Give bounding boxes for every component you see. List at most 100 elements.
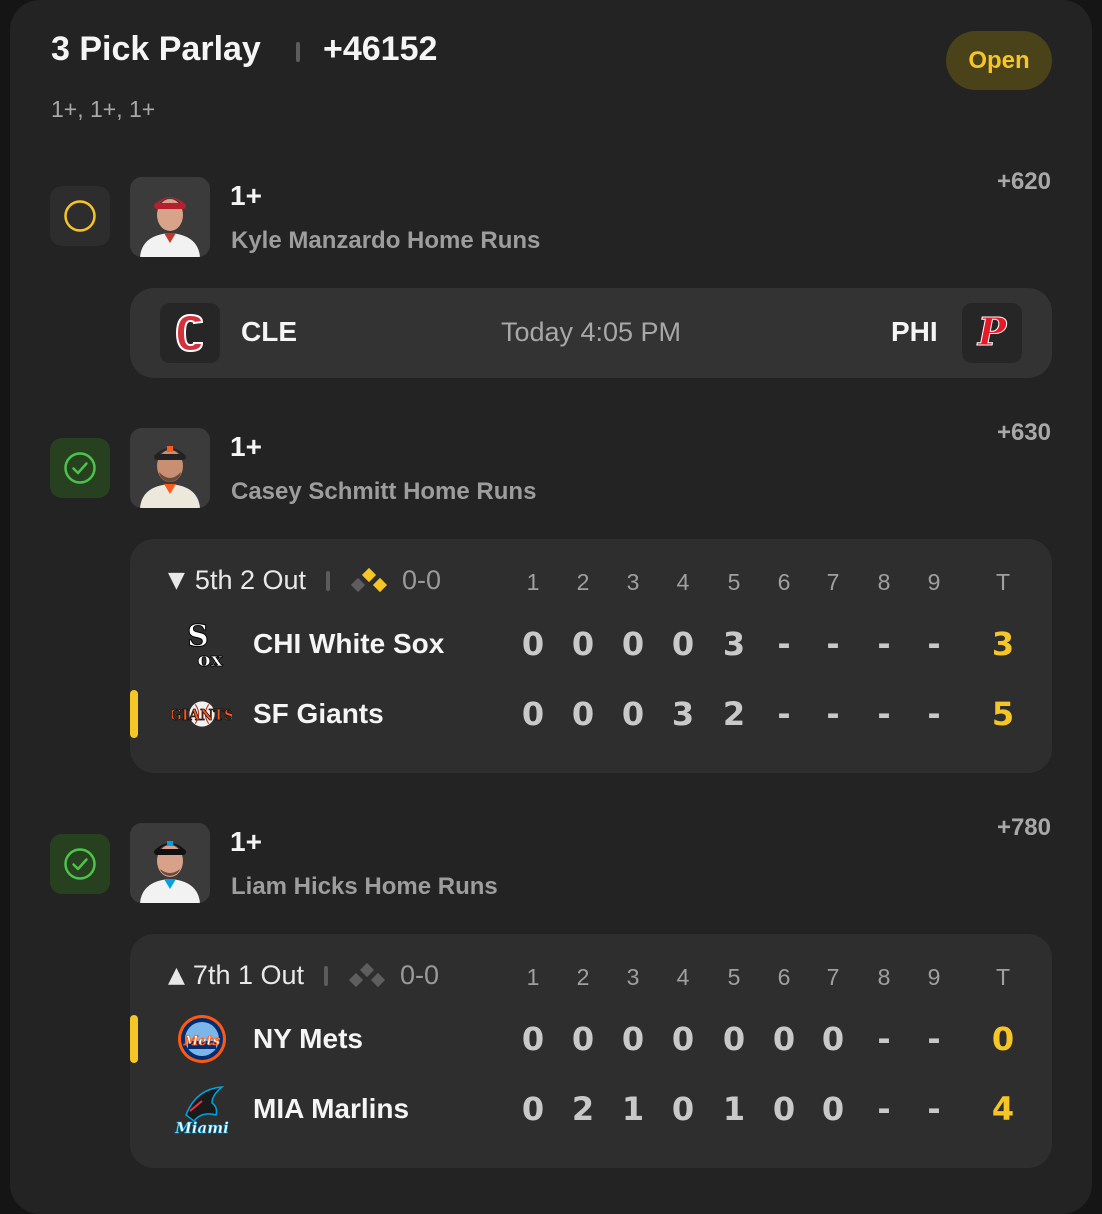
game-matchup[interactable]: CLE Today 4:05 PM PHI P [130,288,1052,378]
inning-score: - [777,625,791,663]
inning-text: 5th 2 Out [194,565,306,595]
parlay-card[interactable]: 3 Pick Parlay +46152 1+, 1+, 1+ Open 1+ … [10,0,1092,1214]
inning-score: - [877,625,891,663]
leg-odds: +780 [996,814,1051,841]
inning-score: 0 [621,695,645,733]
marlins-logo-icon: Miami [172,1081,232,1137]
inning-score: - [927,625,941,663]
svg-text:P: P [977,311,1008,354]
leg-line: 1+ [230,431,262,462]
inning-score: - [877,1090,891,1128]
phi-logo-icon: P [962,303,1022,363]
inning-status: ▼ 5th 2 Out 0-0 [168,565,441,596]
inning-header: 9 [927,964,941,990]
team-row-away: S ox CHI White Sox 0 0 0 0 3 - - - - 3 [130,614,1052,674]
team-name: CHI White Sox [253,628,445,659]
player-avatar [130,177,210,257]
ball-strike-count: 0-0 [400,960,440,990]
bases-diamond-icon [350,567,388,592]
inning-score: 0 [772,1020,796,1058]
inning-score: 0 [772,1090,796,1128]
inning-score: 0 [671,1090,695,1128]
inning-score: 0 [621,1020,645,1058]
inning-score: 2 [722,695,746,733]
total-header: T [995,964,1011,990]
inning-header: 4 [676,964,690,990]
team-name: NY Mets [253,1023,363,1054]
inning-score: 3 [671,695,695,733]
parlay-title: 3 Pick Parlay [51,30,261,68]
leg-market: Kyle Manzardo Home Runs [231,227,541,254]
parlay-odds: +46152 [323,30,438,68]
inning-header: 5 [727,964,741,990]
inning-header: 2 [576,964,590,990]
white-sox-logo-icon: S ox [172,616,232,672]
inning-header: 7 [826,964,840,990]
inning-header: 9 [927,569,941,595]
inning-score: 0 [821,1020,845,1058]
svg-text:GIANTS: GIANTS [172,707,232,724]
inning-header: 4 [676,569,690,595]
inning-score: 0 [521,1020,545,1058]
leg-odds: +630 [996,419,1051,446]
leg-market: Liam Hicks Home Runs [231,873,498,900]
total-header: T [995,569,1011,595]
leg-odds: +620 [996,168,1051,195]
inning-score: 0 [621,625,645,663]
leg-market: Casey Schmitt Home Runs [231,478,537,505]
leg-line: 1+ [230,180,262,211]
leg-status [50,834,110,894]
check-circle-icon [64,452,96,484]
inning-header: 5 [727,569,741,595]
inning-status: ▲ 7th 1 Out 0-0 [168,960,439,991]
batting-indicator [130,1015,138,1063]
inning-score: - [927,695,941,733]
inning-header: 3 [626,569,640,595]
inning-score: 0 [521,1090,545,1128]
inning-header: 1 [526,569,540,595]
total-score: 5 [991,695,1015,733]
inning-score: 0 [571,625,595,663]
inning-score: 0 [521,695,545,733]
bases-diamond-icon [348,962,386,987]
team-name: MIA Marlins [253,1093,410,1124]
inning-score: - [877,1020,891,1058]
player-avatar [130,823,210,903]
total-score: 3 [991,625,1015,663]
giants-logo-icon: GIANTS [172,686,232,742]
inning-text: 7th 1 Out [192,960,304,990]
inning-score: - [826,625,840,663]
inning-score: 2 [571,1090,595,1128]
svg-text:ox: ox [197,647,223,671]
inning-score: 1 [621,1090,645,1128]
inning-header: 7 [826,569,840,595]
team-row-home: GIANTS SF Giants 0 0 0 3 2 - - - - 5 [130,684,1052,744]
inning-header: 3 [626,964,640,990]
total-score: 4 [991,1090,1015,1128]
svg-text:Miami: Miami [174,1119,229,1137]
leg-status [50,438,110,498]
inning-score: - [777,695,791,733]
open-circle-icon [64,200,96,232]
inning-score: - [877,695,891,733]
inning-header: 8 [877,569,891,595]
ball-strike-count: 0-0 [402,565,442,595]
inning-arrow-icon: ▲ [168,963,185,988]
scoreboard[interactable]: ▲ 7th 1 Out 0-0 1 2 3 4 5 6 7 8 9 T Mets… [130,934,1052,1168]
svg-text:Mets: Mets [183,1034,221,1049]
team-name: SF Giants [253,698,384,729]
header-divider [296,42,300,62]
batting-indicator [130,690,138,738]
home-team-abbr: PHI [891,316,938,347]
team-row-away: Mets NY Mets 0 0 0 0 0 0 0 - - 0 [130,1009,1052,1069]
player-avatar [130,428,210,508]
status-badge: Open [946,31,1052,90]
inning-score: 3 [722,625,746,663]
scoreboard[interactable]: ▼ 5th 2 Out 0-0 1 2 3 4 5 6 7 8 9 T S ox… [130,539,1052,773]
inning-header: 1 [526,964,540,990]
leg-line: 1+ [230,826,262,857]
inning-header: 2 [576,569,590,595]
inning-score: 0 [571,695,595,733]
parlay-legs-summary: 1+, 1+, 1+ [51,96,156,122]
inning-score: 0 [671,1020,695,1058]
